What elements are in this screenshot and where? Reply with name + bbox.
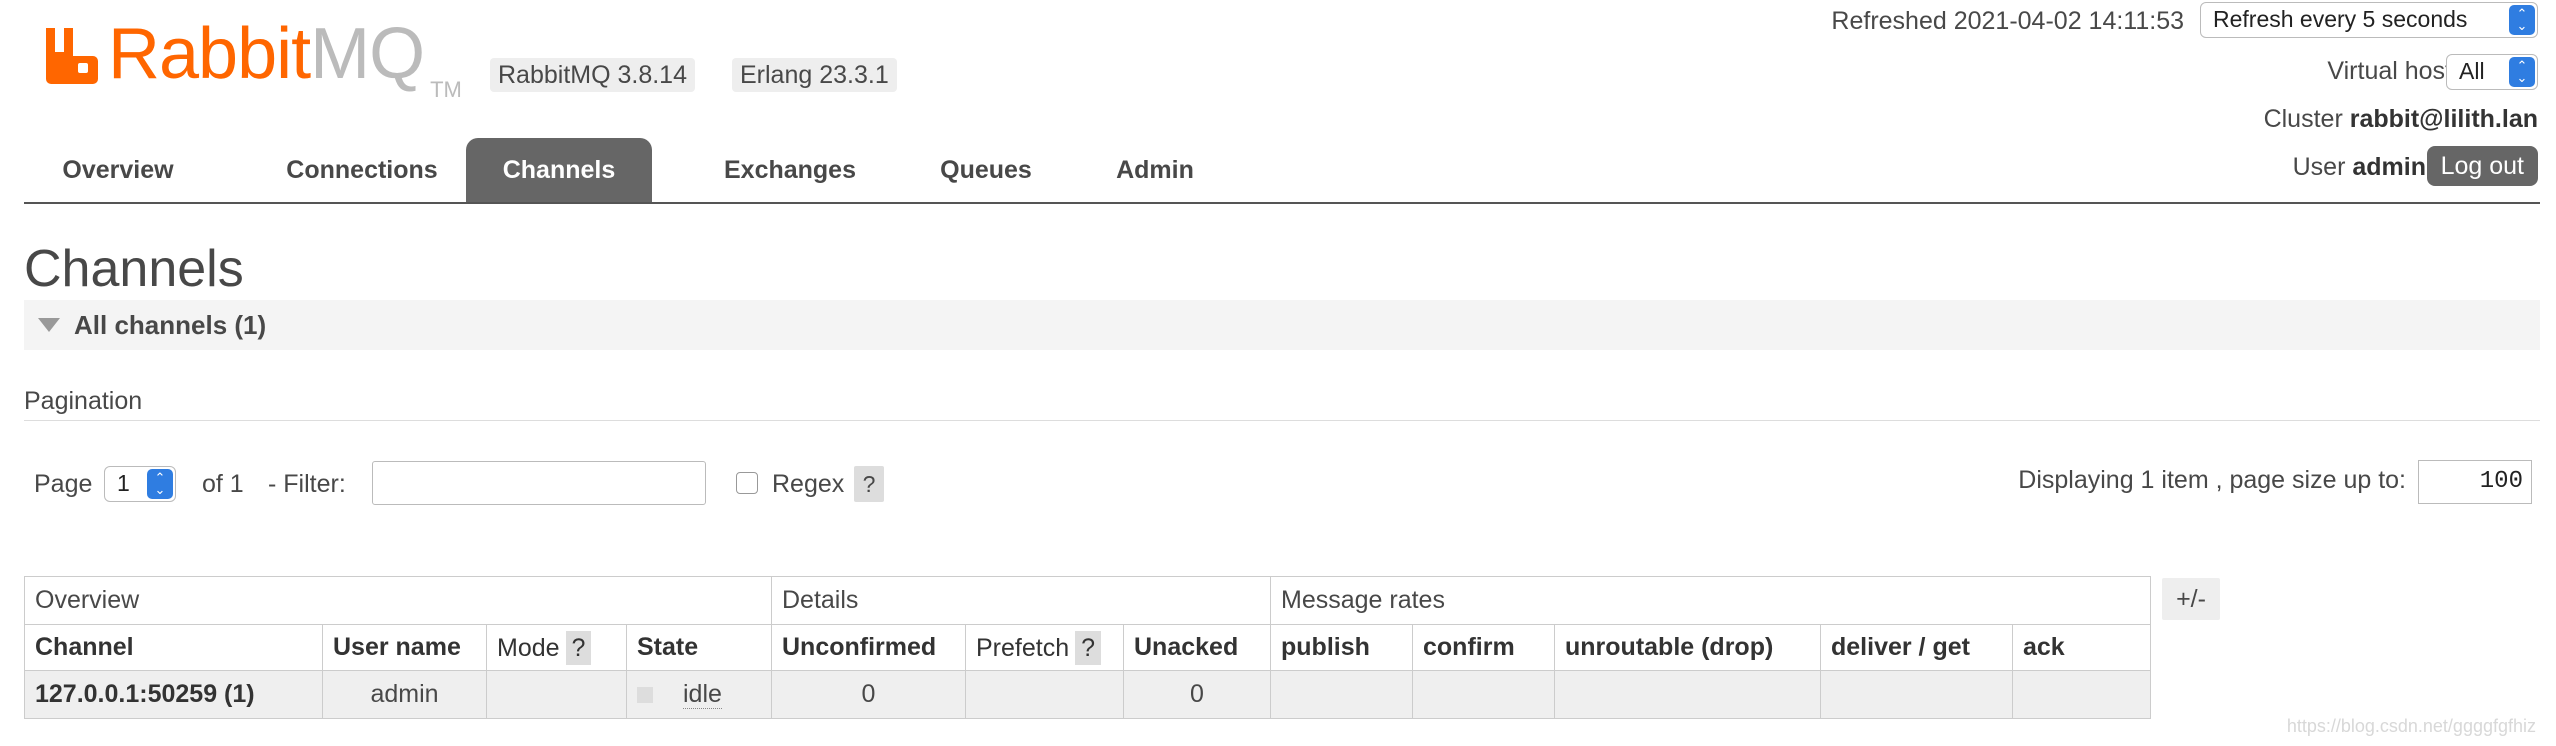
tab-channels[interactable]: Channels bbox=[466, 138, 652, 202]
cell-user-name: admin bbox=[322, 670, 487, 719]
tab-queues[interactable]: Queues bbox=[908, 138, 1064, 202]
pagination-divider bbox=[24, 420, 2540, 421]
table-header-row: Channel User name Mode? State Unconfirme… bbox=[24, 624, 2151, 671]
section-title: All channels (1) bbox=[74, 310, 267, 340]
channel-link[interactable]: 127.0.0.1:50259 (1) bbox=[24, 670, 323, 719]
cell-confirm bbox=[1412, 670, 1555, 719]
cell-unroutable bbox=[1554, 670, 1821, 719]
col-channel[interactable]: Channel bbox=[24, 624, 323, 671]
col-confirm[interactable]: confirm bbox=[1412, 624, 1555, 671]
cell-deliver-get bbox=[1820, 670, 2013, 719]
page-size-input[interactable]: 100 bbox=[2418, 460, 2532, 504]
refresh-interval-select[interactable]: Refresh every 5 seconds ⌃ ⌄ bbox=[2200, 2, 2538, 38]
col-prefetch[interactable]: Prefetch? bbox=[965, 624, 1124, 671]
page-select[interactable]: 1 ⌃ ⌄ bbox=[104, 466, 176, 502]
tab-overview[interactable]: Overview bbox=[24, 138, 212, 202]
tab-admin[interactable]: Admin bbox=[1078, 138, 1232, 202]
filter-input[interactable] bbox=[372, 461, 706, 505]
tab-exchanges[interactable]: Exchanges bbox=[684, 138, 896, 202]
col-publish[interactable]: publish bbox=[1270, 624, 1413, 671]
col-unacked[interactable]: Unacked bbox=[1123, 624, 1271, 671]
user-name: admin bbox=[2352, 153, 2426, 181]
page-title: Channels bbox=[24, 240, 244, 298]
rabbitmq-version-badge: RabbitMQ 3.8.14 bbox=[490, 58, 695, 92]
tab-divider bbox=[24, 202, 2540, 204]
table-row: 127.0.0.1:50259 (1) admin idle 0 0 bbox=[24, 670, 2151, 719]
channels-table: Overview Details Message rates Channel U… bbox=[24, 576, 2151, 719]
cell-prefetch bbox=[965, 670, 1124, 719]
tab-connections[interactable]: Connections bbox=[242, 138, 482, 202]
toggle-columns-button[interactable]: +/- bbox=[2162, 578, 2220, 620]
col-unroutable[interactable]: unroutable (drop) bbox=[1554, 624, 1821, 671]
user-info: User admin bbox=[2292, 153, 2426, 181]
refreshed-timestamp: Refreshed 2021-04-02 14:11:53 bbox=[1831, 7, 2184, 35]
col-state[interactable]: State bbox=[626, 624, 772, 671]
col-unconfirmed[interactable]: Unconfirmed bbox=[771, 624, 966, 671]
cell-state: idle bbox=[626, 670, 772, 719]
group-message-rates: Message rates bbox=[1270, 576, 2151, 625]
col-mode[interactable]: Mode? bbox=[486, 624, 627, 671]
cell-ack bbox=[2012, 670, 2151, 719]
all-channels-section-toggle[interactable]: All channels (1) bbox=[24, 300, 2540, 350]
table-group-header-row: Overview Details Message rates bbox=[24, 576, 2151, 625]
cell-unconfirmed: 0 bbox=[771, 670, 966, 719]
select-arrows-icon: ⌃ ⌄ bbox=[2509, 57, 2535, 87]
cell-unacked: 0 bbox=[1123, 670, 1271, 719]
regex-help-button[interactable]: ? bbox=[854, 466, 884, 502]
regex-label: Regex bbox=[772, 470, 845, 498]
page-label: Page bbox=[34, 470, 93, 498]
cell-publish bbox=[1270, 670, 1413, 719]
filter-label: - Filter: bbox=[268, 470, 346, 498]
erlang-version-badge: Erlang 23.3.1 bbox=[732, 58, 897, 92]
displaying-items-label: Displaying 1 item , page size up to: bbox=[2018, 466, 2406, 494]
mode-help-button[interactable]: ? bbox=[565, 630, 592, 665]
col-user-name[interactable]: User name bbox=[322, 624, 487, 671]
pagination-heading: Pagination bbox=[24, 387, 143, 415]
cell-mode bbox=[486, 670, 627, 719]
cluster-info: Cluster rabbit@lilith.lan bbox=[2263, 105, 2538, 133]
state-indicator-icon bbox=[637, 687, 653, 704]
select-arrows-icon: ⌃ ⌄ bbox=[2509, 5, 2535, 35]
prefetch-help-button[interactable]: ? bbox=[1075, 630, 1102, 665]
virtual-host-label: Virtual host bbox=[2327, 57, 2452, 85]
regex-checkbox[interactable] bbox=[736, 472, 758, 494]
group-details: Details bbox=[771, 576, 1271, 625]
group-overview: Overview bbox=[24, 576, 772, 625]
watermark: https://blog.csdn.net/ggggfgfhiz bbox=[2286, 716, 2536, 736]
select-arrows-icon: ⌃ ⌄ bbox=[147, 469, 173, 499]
virtual-host-select[interactable]: All ⌃ ⌄ bbox=[2446, 54, 2538, 90]
rabbitmq-logo-icon bbox=[46, 28, 98, 84]
logo-wordmark: RabbitMQ TM bbox=[108, 14, 462, 102]
logout-button[interactable]: Log out bbox=[2426, 146, 2538, 186]
col-deliver-get[interactable]: deliver / get bbox=[1820, 624, 2013, 671]
col-ack[interactable]: ack bbox=[2012, 624, 2151, 671]
page-of-label: of 1 bbox=[202, 470, 244, 498]
cluster-name: rabbit@lilith.lan bbox=[2349, 105, 2538, 133]
collapse-triangle-icon bbox=[38, 318, 60, 332]
